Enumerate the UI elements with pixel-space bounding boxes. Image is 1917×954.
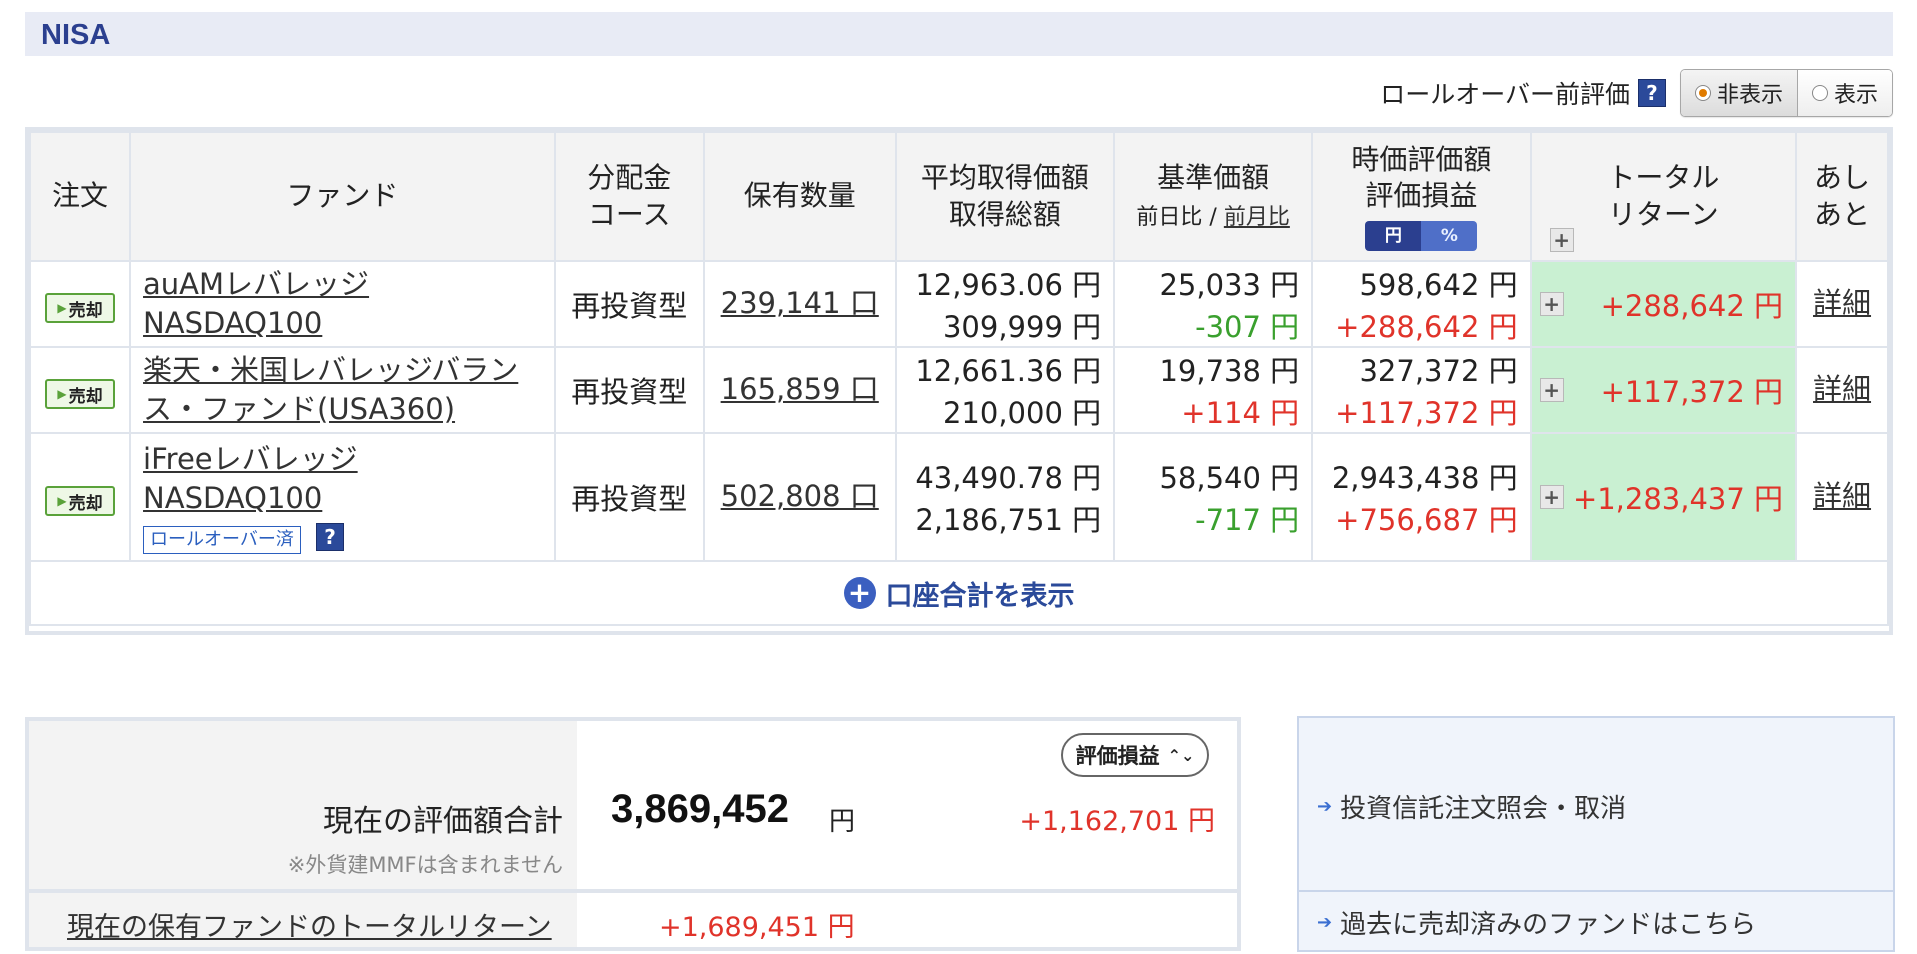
sell-button[interactable]: ▶ 売却 — [45, 293, 116, 323]
unit-toggle: 円 % — [1365, 221, 1478, 252]
rollover-hide-label: 非表示 — [1716, 83, 1783, 108]
eval-type-select[interactable]: 評価損益 ⌃⌄ — [1061, 733, 1209, 777]
fund-name-link[interactable]: 楽天・米国レバレッジバラン ス・ファンド(USA360) — [143, 353, 518, 426]
unrealized-gain: +117,372 円 — [1335, 396, 1518, 430]
fund-name-link[interactable]: auAMレバレッジ NASDAQ100 — [143, 267, 369, 340]
avg-price: 43,490.78 円 — [915, 461, 1102, 495]
sell-button[interactable]: ▶ 売却 — [45, 486, 116, 516]
expand-icon[interactable]: + — [1539, 378, 1564, 402]
header-avg-price: 平均取得価額 取得総額 — [894, 131, 1116, 262]
total-return-value: +117,372 円 — [1600, 375, 1784, 409]
unit-yen-button[interactable]: 円 — [1365, 221, 1422, 252]
distribution-course: 再投資型 — [553, 432, 705, 562]
play-icon: ▶ — [57, 301, 67, 315]
rollover-show-option[interactable]: 表示 — [1797, 70, 1892, 116]
quantity-link[interactable]: 239,141 口 — [721, 286, 879, 320]
section-header: NISA — [25, 12, 1893, 56]
price-change: +114 円 — [1181, 396, 1300, 430]
table-row: ▶ 売却 楽天・米国レバレッジバラン ス・ファンド(USA360) 再投資型 165… — [28, 346, 1889, 434]
base-price: 19,738 円 — [1159, 354, 1300, 388]
distribution-course: 再投資型 — [553, 346, 705, 434]
eval-total-amount: 3,869,452 — [611, 787, 789, 831]
help-icon[interactable]: ? — [316, 523, 345, 552]
eval-note: ※外貨建MMFは含まれません — [287, 853, 563, 877]
radio-unselected-icon — [1811, 85, 1828, 101]
quantity-link[interactable]: 502,808 口 — [721, 479, 879, 513]
eval-total-gain: +1,162,701 円 — [1019, 806, 1215, 837]
table-header-row: 注文 ファンド 分配金 コース 保有数量 平均取得価額 取得総額 基準価額 前日比 … — [28, 131, 1889, 262]
header-base-price: 基準価額 前日比 / 前月比 — [1113, 131, 1314, 262]
total-return-sum: +1,689,451 円 — [659, 912, 855, 943]
total-cost: 309,999 円 — [942, 310, 1102, 344]
header-total-return: トータル リターン + — [1529, 131, 1798, 262]
fund-name-link[interactable]: iFreeレバレッジ NASDAQ100 — [143, 442, 358, 515]
base-price: 58,540 円 — [1159, 461, 1300, 495]
detail-link[interactable]: 詳細 — [1813, 286, 1871, 320]
market-value: 598,642 円 — [1359, 268, 1518, 302]
header-quantity: 保有数量 — [702, 131, 897, 262]
rollover-label: ロールオーバー前評価 — [1380, 80, 1630, 109]
show-total-row: + 口座合計を表示 — [29, 560, 1889, 626]
plus-circle-icon: + — [843, 577, 876, 609]
help-icon[interactable]: ? — [1637, 79, 1666, 107]
total-return-value: +288,642 円 — [1600, 289, 1784, 323]
detail-link[interactable]: 詳細 — [1813, 372, 1871, 406]
market-value: 2,943,438 円 — [1331, 461, 1518, 495]
total-return-link[interactable]: 現在の保有ファンドのトータルリターン — [67, 905, 552, 944]
unrealized-gain: +756,687 円 — [1335, 503, 1518, 537]
total-cost: 2,186,751 円 — [915, 503, 1102, 537]
rollover-show-label: 表示 — [1833, 83, 1878, 108]
expand-icon[interactable]: + — [1539, 485, 1564, 509]
table-row: ▶ 売却 iFreeレバレッジ NASDAQ100 ロールオーバー済 ? 再投資型 … — [28, 432, 1889, 562]
sell-button[interactable]: ▶ 売却 — [45, 379, 116, 409]
price-change: -717 円 — [1195, 503, 1300, 537]
rollover-controls: ロールオーバー前評価 ? 非表示 表示 — [1380, 68, 1893, 118]
base-price: 25,033 円 — [1159, 268, 1300, 302]
fund-table: 注文 ファンド 分配金 コース 保有数量 平均取得価額 取得総額 基準価額 前日比 … — [28, 131, 1889, 626]
expand-icon[interactable]: + — [1539, 292, 1564, 316]
order-inquiry-link[interactable]: ➔ 投資信託注文照会・取消 — [1317, 788, 1626, 825]
unit-percent-button[interactable]: % — [1421, 221, 1478, 252]
fund-table-container: 注文 ファンド 分配金 コース 保有数量 平均取得価額 取得総額 基準価額 前日比 … — [25, 127, 1893, 635]
unrealized-gain: +288,642 円 — [1335, 310, 1518, 344]
header-distribution: 分配金 コース — [553, 131, 705, 262]
avg-price: 12,661.36 円 — [915, 354, 1102, 388]
price-change: -307 円 — [1195, 310, 1300, 344]
arrow-right-icon: ➔ — [1317, 912, 1333, 933]
eval-total-unit: 円 — [829, 807, 856, 837]
header-order: 注文 — [28, 131, 132, 262]
rollover-hide-option[interactable]: 非表示 — [1680, 70, 1798, 116]
expand-icon[interactable]: + — [1549, 228, 1574, 252]
rollover-toggle: 非表示 表示 — [1679, 69, 1893, 117]
updown-chevron-icon: ⌃⌄ — [1167, 745, 1195, 765]
header-fund: ファンド — [129, 131, 556, 262]
eval-total-label: 現在の評価額合計 — [323, 804, 563, 839]
quantity-link[interactable]: 165,859 口 — [721, 372, 879, 406]
distribution-course: 再投資型 — [553, 260, 705, 348]
avg-price: 12,963.06 円 — [915, 268, 1102, 302]
show-total-label: 口座合計を表示 — [885, 580, 1075, 612]
detail-link[interactable]: 詳細 — [1813, 479, 1871, 513]
summary-panel: 現在の評価額合計 ※外貨建MMFは含まれません 評価損益 ⌃⌄ 3,869,45… — [25, 717, 1241, 951]
header-history: あし あと — [1795, 131, 1889, 262]
prev-day-label: 前日比 — [1136, 204, 1203, 230]
rollover-tag: ロールオーバー済 — [143, 526, 301, 555]
arrow-right-icon: ➔ — [1317, 796, 1333, 817]
table-row: ▶ 売却 auAMレバレッジ NASDAQ100 再投資型 239,141 口 12… — [28, 260, 1889, 348]
past-sold-link[interactable]: ➔ 過去に売却済みのファンドはこちら — [1317, 904, 1756, 941]
radio-selected-icon — [1694, 85, 1711, 101]
play-icon: ▶ — [57, 494, 67, 508]
total-return-value: +1,283,437 円 — [1572, 482, 1784, 516]
play-icon: ▶ — [57, 387, 67, 401]
section-title: NISA — [41, 19, 111, 51]
show-total-button[interactable]: + 口座合計を表示 — [31, 574, 1887, 613]
total-cost: 210,000 円 — [942, 396, 1102, 430]
links-panel: ➔ 投資信託注文照会・取消 ➔ 過去に売却済みのファンドはこちら — [1297, 716, 1895, 952]
header-market-value: 時価評価額 評価損益 円 % — [1311, 131, 1532, 262]
market-value: 327,372 円 — [1359, 354, 1518, 388]
prev-month-link[interactable]: 前月比 — [1224, 205, 1290, 230]
